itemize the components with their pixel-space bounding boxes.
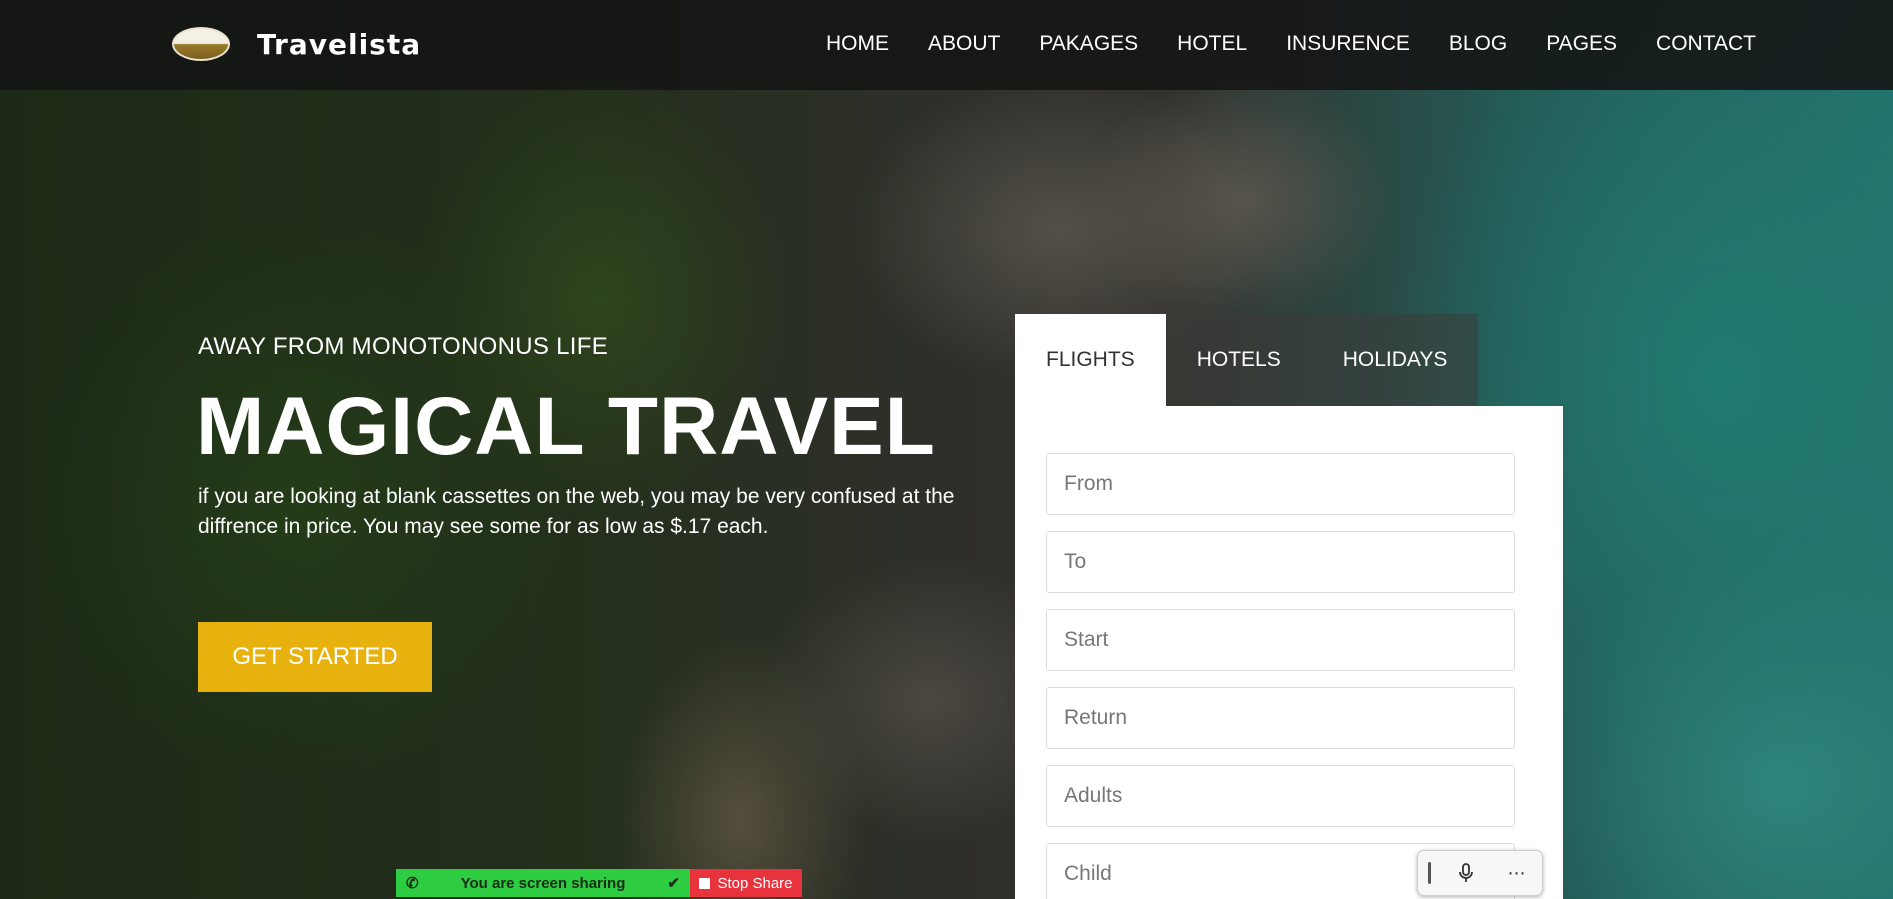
nav-insurance[interactable]: INSURENCE — [1286, 32, 1410, 56]
hero-description: if you are looking at blank cassettes on… — [198, 485, 955, 538]
stop-share-label: Stop Share — [717, 874, 793, 892]
tab-hotels[interactable]: HOTELS — [1166, 314, 1312, 406]
start-date-input[interactable] — [1046, 609, 1515, 671]
page: Travelista HOME ABOUT PAKAGES HOTEL INSU… — [0, 0, 1893, 899]
brand-name: Travelista — [257, 27, 422, 61]
stop-share-button[interactable]: Stop Share — [690, 869, 802, 897]
nav-about[interactable]: ABOUT — [928, 32, 1000, 56]
nav-packages[interactable]: PAKAGES — [1039, 32, 1138, 56]
nav-contact[interactable]: CONTACT — [1656, 32, 1756, 56]
site-header: Travelista HOME ABOUT PAKAGES HOTEL INSU… — [0, 0, 1893, 90]
phone-icon: ✆ — [406, 875, 419, 892]
main-nav: HOME ABOUT PAKAGES HOTEL INSURENCE BLOG … — [826, 32, 1795, 56]
logo-icon — [172, 27, 230, 61]
from-input[interactable] — [1046, 453, 1515, 515]
brand-logo[interactable]: Travelista — [172, 27, 421, 61]
tab-holidays[interactable]: HOLIDAYS — [1312, 314, 1479, 406]
screen-share-status-label: You are screen sharing — [460, 874, 626, 892]
nav-home[interactable]: HOME — [826, 32, 889, 56]
microphone-icon[interactable] — [1450, 857, 1482, 889]
drag-handle-icon[interactable] — [1427, 862, 1431, 884]
booking-tabs: FLIGHTS HOTELS HOLIDAYS — [1015, 314, 1479, 406]
tab-flights[interactable]: FLIGHTS — [1015, 314, 1166, 406]
mic-toolbar: ⋯ — [1417, 850, 1543, 896]
screen-share-bar: ✆ You are screen sharing ✔ Stop Share — [396, 869, 802, 897]
stop-icon — [699, 877, 711, 889]
hero-kicker: AWAY FROM MONOTONONUS LIFE — [198, 333, 609, 360]
hero-title: MAGICAL TRAVEL — [196, 381, 936, 472]
shield-icon: ✔ — [667, 875, 680, 892]
more-options-icon[interactable]: ⋯ — [1501, 857, 1533, 889]
get-started-button[interactable]: GET STARTED — [198, 622, 432, 692]
return-date-input[interactable] — [1046, 687, 1515, 749]
adults-input[interactable] — [1046, 765, 1515, 827]
nav-pages[interactable]: PAGES — [1546, 32, 1617, 56]
flight-search-form — [1015, 406, 1563, 899]
to-input[interactable] — [1046, 531, 1515, 593]
nav-blog[interactable]: BLOG — [1449, 32, 1507, 56]
nav-hotel[interactable]: HOTEL — [1177, 32, 1247, 56]
screen-share-status: ✆ You are screen sharing ✔ — [396, 869, 690, 897]
